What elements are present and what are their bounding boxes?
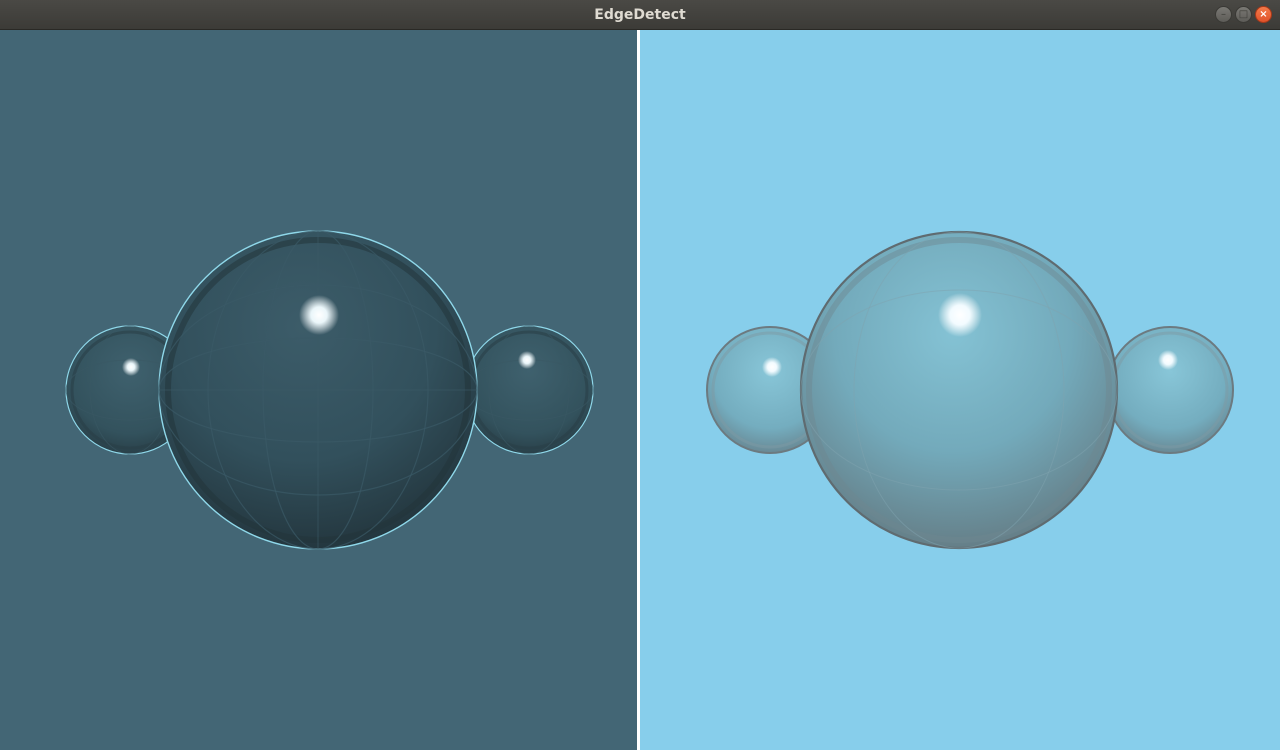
title-bar[interactable]: EdgeDetect – □ × <box>0 0 1280 30</box>
edge-detect-viewport[interactable] <box>0 30 637 750</box>
app-window: EdgeDetect – □ × <box>0 0 1280 750</box>
maximize-button[interactable]: □ <box>1235 6 1252 23</box>
minimize-icon: – <box>1221 8 1226 20</box>
right-small-sphere <box>1106 326 1234 454</box>
window-title: EdgeDetect <box>594 7 686 23</box>
edge-detect-canvas <box>0 30 637 750</box>
right-small-sphere-edge <box>464 325 594 455</box>
close-icon: × <box>1259 8 1268 20</box>
large-sphere-edge <box>158 230 478 550</box>
maximize-icon: □ <box>1238 8 1249 20</box>
large-sphere <box>799 230 1119 550</box>
close-button[interactable]: × <box>1255 6 1272 23</box>
original-render-viewport[interactable] <box>640 30 1280 750</box>
minimize-button[interactable]: – <box>1215 6 1232 23</box>
window-controls: – □ × <box>1215 6 1272 24</box>
original-render-canvas <box>640 30 1280 750</box>
